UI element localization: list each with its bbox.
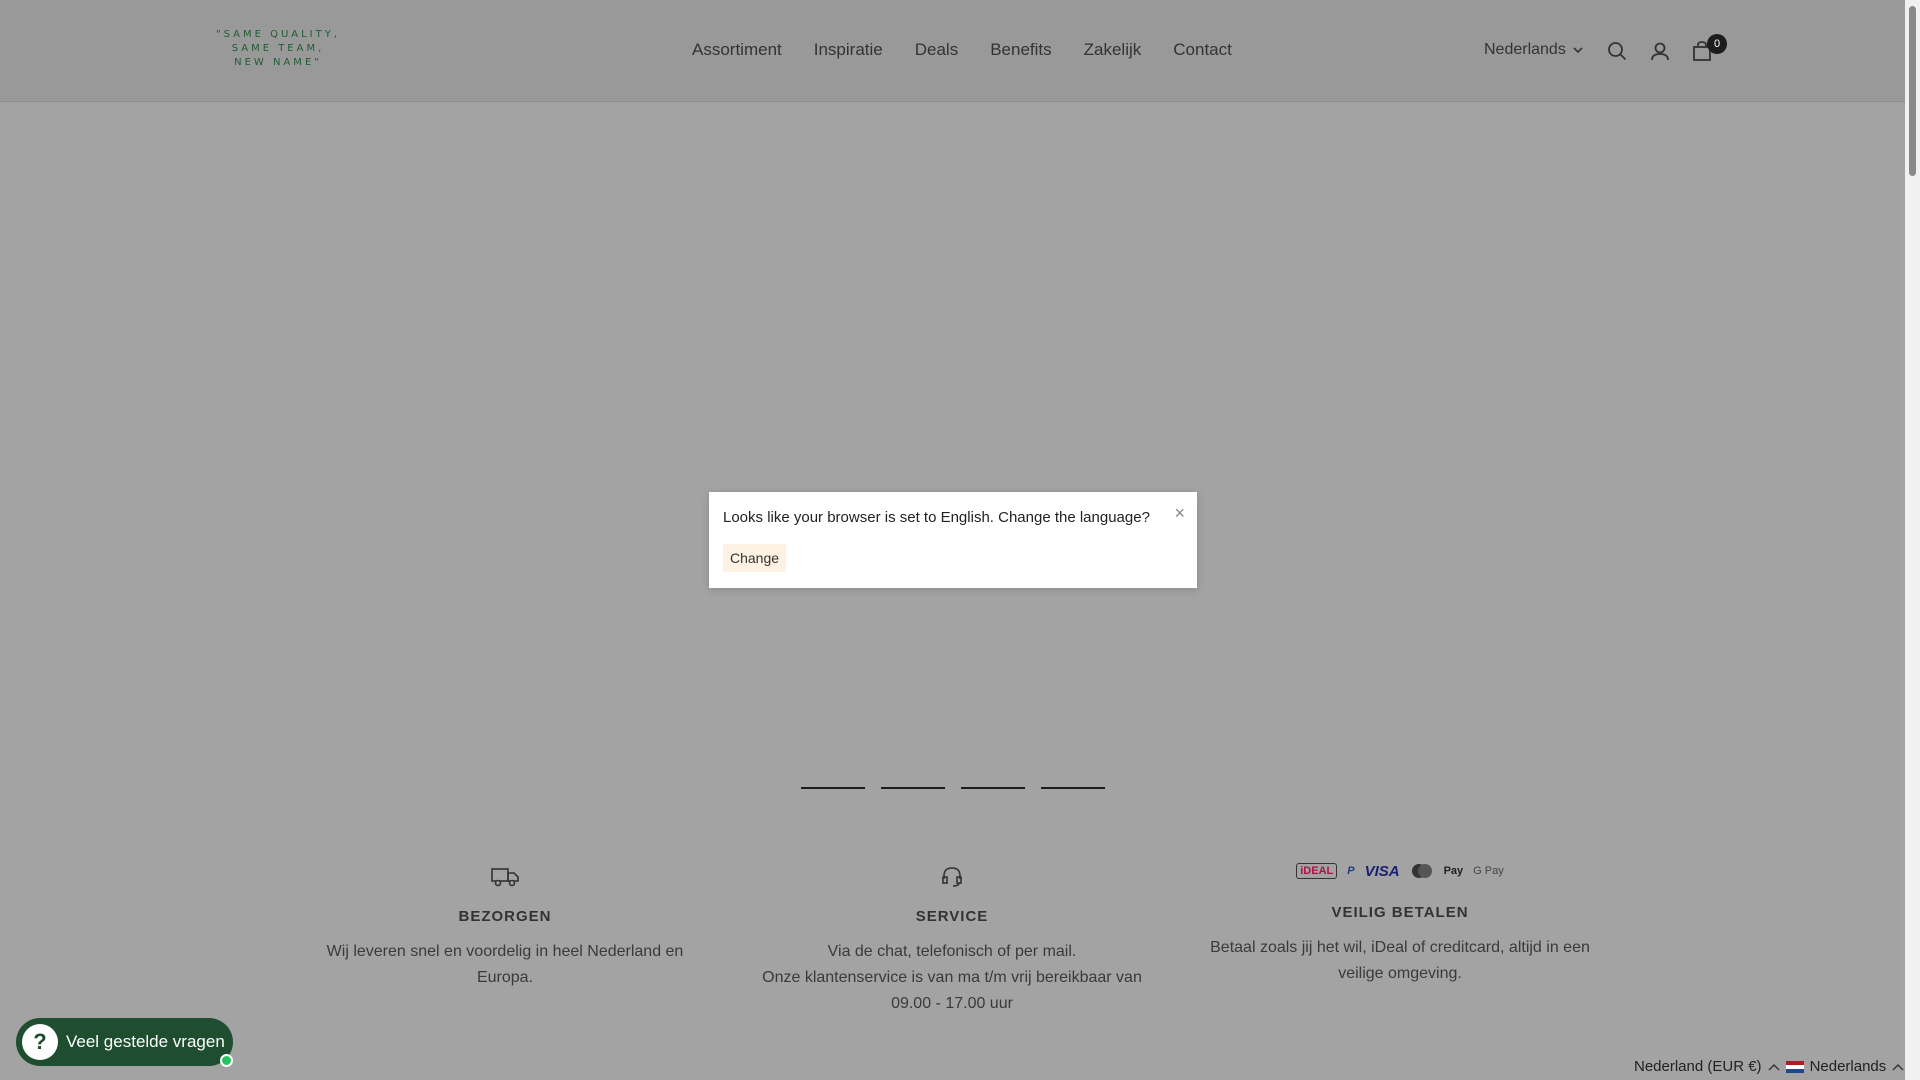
brand-logo[interactable]: "SAME QUALITY, SAME TEAM, NEW NAME" [208, 28, 348, 72]
language-popup: Looks like your browser is set to Englis… [709, 492, 1197, 588]
slider-dot[interactable] [801, 787, 865, 789]
cart-count-badge: 0 [1707, 34, 1727, 54]
nav-contact[interactable]: Contact [1173, 40, 1232, 60]
feature-line: Betaal zoals jij het wil, iDeal of credi… [1210, 939, 1590, 956]
slider-dot[interactable] [1041, 787, 1105, 789]
slider-dot[interactable] [961, 787, 1025, 789]
popup-message: Looks like your browser is set to Englis… [723, 509, 1150, 526]
paypal-icon: P [1347, 865, 1355, 877]
faq-label: Veel gestelde vragen [66, 1032, 225, 1051]
nav-deals[interactable]: Deals [915, 40, 958, 60]
feature-text: Wij leveren snel en voordelig in heel Ne… [320, 939, 690, 991]
feature-title: VEILIG BETALEN [1331, 904, 1469, 921]
visa-icon: VISA [1364, 862, 1400, 880]
search-icon[interactable] [1606, 40, 1628, 62]
account-icon[interactable] [1649, 40, 1671, 62]
dutch-flag-icon [1785, 1060, 1804, 1073]
google-pay-icon: G Pay [1473, 865, 1504, 877]
feature-line: Onze klantenservice is van ma t/m vrij b… [762, 969, 1142, 986]
question-icon: ? [22, 1024, 58, 1060]
main-nav: Assortiment Inspiratie Deals Benefits Za… [692, 40, 1264, 60]
feature-payment: iDEAL P VISA Pay G Pay VEILIG BETALEN Be… [1200, 856, 1600, 987]
slider-dot[interactable] [881, 787, 945, 789]
online-status-dot [220, 1054, 233, 1067]
apple-pay-icon: Pay [1443, 865, 1464, 877]
language-selector[interactable]: Nederlands [1484, 41, 1584, 59]
page-scrollbar[interactable] [1905, 0, 1920, 1080]
logo-line-1: "SAME QUALITY, [215, 29, 341, 40]
feature-line: 09.00 - 17.00 uur [891, 995, 1013, 1012]
feature-text: Betaal zoals jij het wil, iDeal of credi… [1200, 935, 1600, 987]
mastercard-icon [1410, 863, 1434, 879]
country-currency[interactable]: Nederland (EUR €) [1634, 1058, 1762, 1075]
nav-zakelijk[interactable]: Zakelijk [1084, 40, 1142, 60]
close-icon[interactable]: × [1174, 504, 1185, 522]
nav-assortiment[interactable]: Assortiment [692, 40, 782, 60]
truck-icon [320, 864, 690, 890]
scrollbar-thumb[interactable] [1909, 6, 1916, 176]
language-label: Nederlands [1484, 41, 1566, 58]
locale-language[interactable]: Nederlands [1810, 1058, 1887, 1075]
headset-icon [752, 864, 1152, 890]
feature-title: SERVICE [915, 908, 989, 925]
chevron-down-icon [1573, 47, 1583, 54]
chevron-up-icon [1892, 1063, 1904, 1070]
locale-switcher[interactable]: Nederland (EUR €) Nederlands [1634, 1058, 1904, 1075]
feature-service: SERVICE Via de chat, telefonisch of per … [752, 864, 1152, 1017]
ideal-icon: iDEAL [1296, 863, 1338, 879]
feature-delivery: BEZORGEN Wij leveren snel en voordelig i… [320, 864, 690, 991]
feature-line: Via de chat, telefonisch of per mail. [827, 943, 1077, 960]
logo-line-2: SAME TEAM, [231, 43, 325, 54]
faq-button[interactable]: ? Veel gestelde vragen [16, 1018, 233, 1067]
chevron-up-icon [1768, 1063, 1780, 1070]
site-header: "SAME QUALITY, SAME TEAM, NEW NAME" Asso… [0, 0, 1905, 102]
feature-line: Wij leveren snel en voordelig in heel Ne… [326, 943, 684, 960]
change-language-button[interactable]: Change [723, 544, 787, 572]
feature-line: veilige omgeving. [1338, 965, 1462, 982]
feature-line: Europa. [476, 969, 534, 986]
feature-title: BEZORGEN [458, 908, 552, 925]
nav-inspiratie[interactable]: Inspiratie [814, 40, 883, 60]
feature-text: Via de chat, telefonisch of per mail. On… [752, 939, 1152, 1017]
logo-line-3: NEW NAME" [234, 57, 322, 68]
nav-benefits[interactable]: Benefits [990, 40, 1051, 60]
payment-icons: iDEAL P VISA Pay G Pay [1200, 856, 1600, 886]
slider-pagination [801, 787, 1105, 789]
